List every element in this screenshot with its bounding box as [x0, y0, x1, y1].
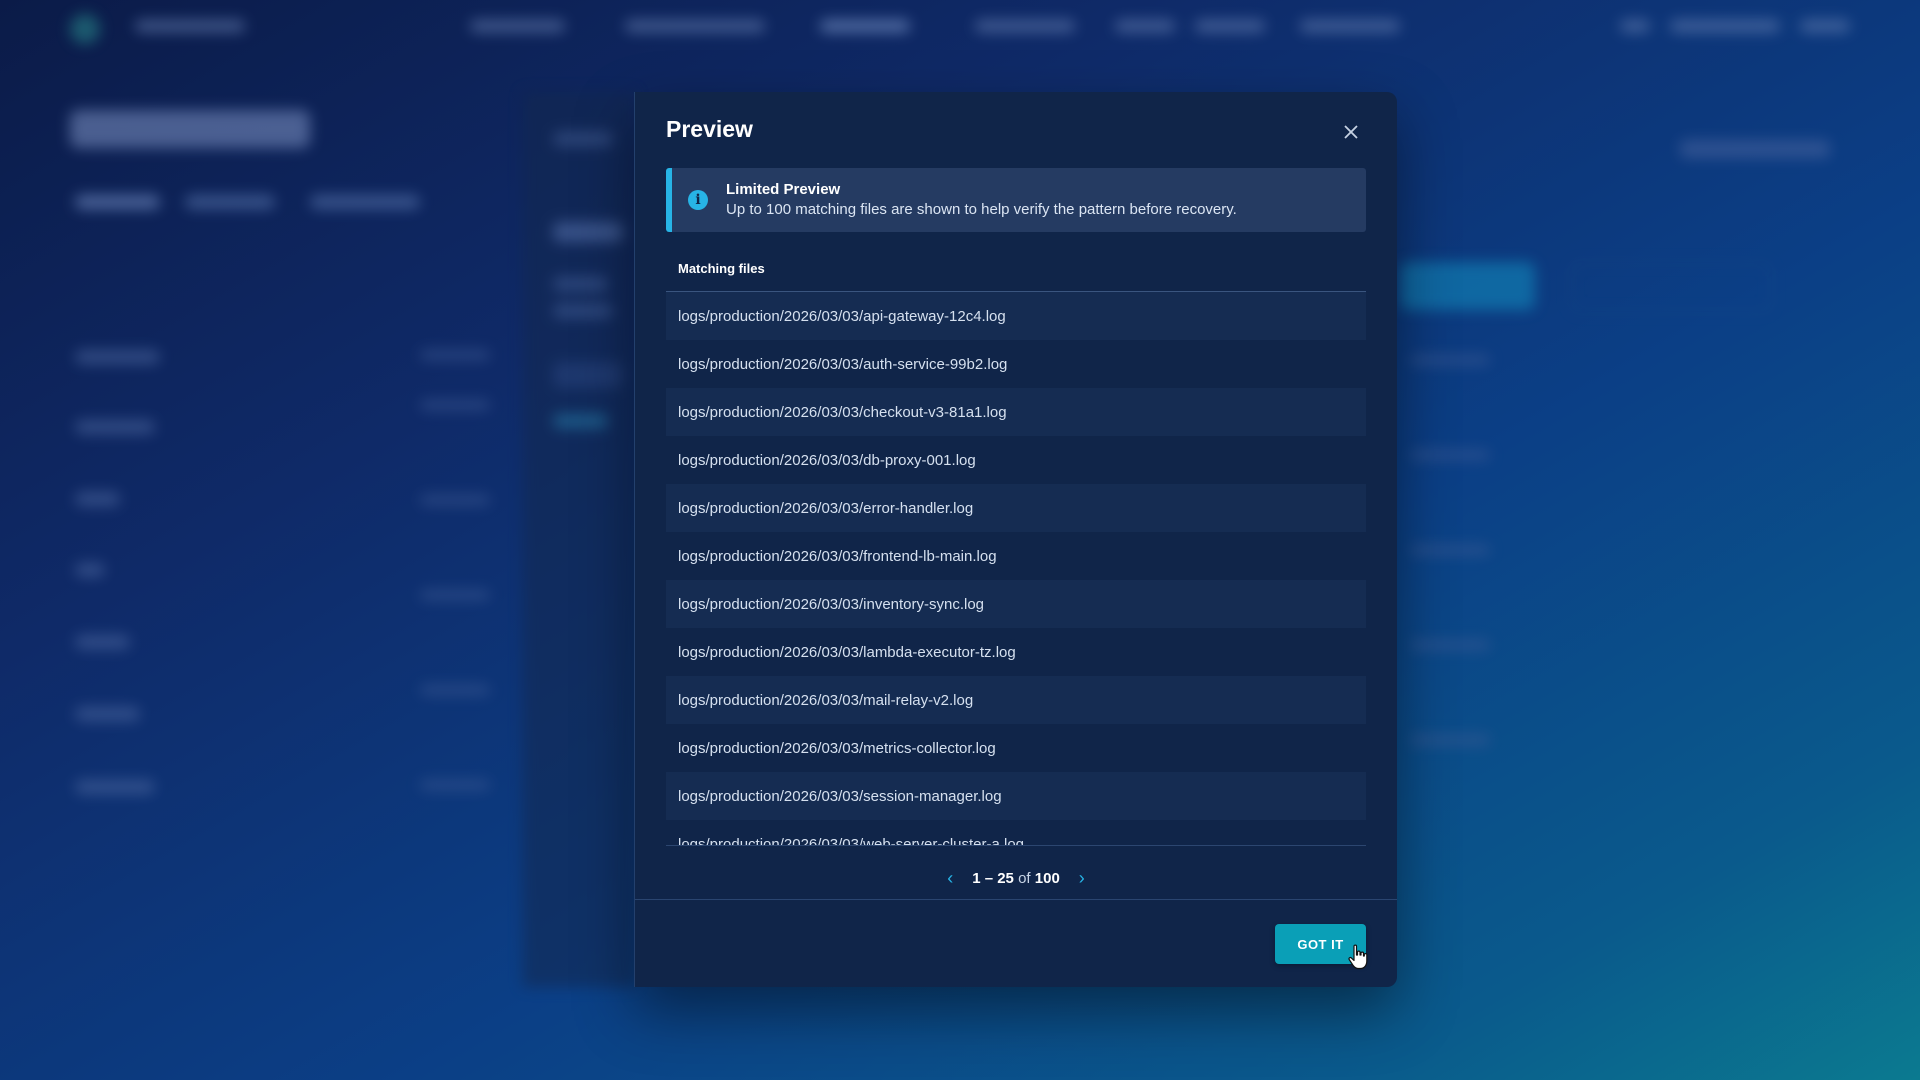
pagination-label: 1 – 25 of 100 [972, 870, 1060, 887]
background-panel-text [553, 277, 608, 291]
background-side-item [75, 635, 130, 649]
list-item: logs/production/2026/03/03/error-handler… [666, 484, 1366, 532]
background-top-nav [0, 0, 1920, 56]
background-nav-item [1620, 20, 1650, 32]
chevron-left-icon[interactable]: ‹ [942, 868, 958, 889]
background-header-control [1680, 140, 1830, 158]
list-item: logs/production/2026/03/03/session-manag… [666, 772, 1366, 820]
background-nav-item [975, 20, 1075, 32]
info-icon: i [688, 190, 708, 210]
background-cell [1410, 735, 1490, 745]
list-item: logs/production/2026/03/03/db-proxy-001.… [678, 451, 976, 469]
background-cell [1410, 640, 1490, 650]
background-tab [310, 195, 420, 209]
matching-files-list[interactable]: logs/production/2026/03/03/api-gateway-1… [666, 292, 1366, 845]
background-side-item [75, 420, 155, 434]
matching-files-header: Matching files [678, 261, 765, 276]
preview-dialog: Preview i Limited Preview Up to 100 matc… [634, 92, 1397, 987]
background-page-title [70, 110, 310, 148]
background-nav-item [1300, 20, 1400, 32]
background-panel-text [553, 132, 613, 146]
list-item: logs/production/2026/03/03/inventory-syn… [666, 580, 1366, 628]
background-side-item [75, 780, 155, 794]
dialog-title: Preview [666, 116, 753, 142]
background-cell [1410, 355, 1490, 365]
list-item: logs/production/2026/03/03/api-gateway-1… [666, 292, 1366, 340]
list-item: logs/production/2026/03/03/mail-relay-v2… [666, 676, 1366, 724]
list-item: logs/production/2026/03/03/frontend-lb-m… [678, 547, 997, 565]
background-nav-item [1670, 20, 1780, 32]
close-icon [1344, 125, 1358, 139]
list-item: logs/production/2026/03/03/auth-service-… [678, 355, 1008, 373]
background-nav-item [470, 20, 565, 32]
background-nav-item [625, 20, 765, 32]
background-cell [1410, 450, 1490, 460]
background-tab [75, 195, 160, 209]
pagination-of: of [1018, 869, 1031, 887]
background-side-panel [523, 92, 635, 987]
background-side-item [75, 563, 105, 577]
background-logo [70, 14, 100, 44]
footer-divider [635, 899, 1397, 900]
background-side-item [75, 492, 120, 506]
background-primary-button [1400, 262, 1535, 310]
banner-title: Limited Preview [726, 181, 841, 198]
chevron-right-icon[interactable]: › [1074, 868, 1090, 889]
pagination: ‹ 1 – 25 of 100 › [635, 866, 1397, 890]
background-cell [1410, 545, 1490, 555]
background-cell [420, 495, 490, 505]
background-side-item [75, 350, 160, 364]
list-item: logs/production/2026/03/03/web-server-cl… [678, 835, 1025, 846]
info-banner: i Limited Preview Up to 100 matching fil… [666, 168, 1366, 232]
background-nav-item [1195, 20, 1265, 32]
background-cell [420, 780, 490, 790]
background-cell [420, 400, 490, 410]
background-panel-text [553, 304, 613, 318]
background-panel-heading [553, 222, 623, 242]
background-tab [185, 195, 275, 209]
list-item: logs/production/2026/03/03/checkout-v3-8… [666, 388, 1366, 436]
background-panel-input [553, 362, 623, 388]
background-nav-item [135, 20, 245, 32]
hand-cursor-icon [1348, 944, 1368, 970]
background-cell [420, 350, 490, 360]
list-bottom-divider [666, 845, 1366, 846]
background-cell [420, 685, 490, 695]
background-panel-link [553, 414, 608, 428]
list-item: logs/production/2026/03/03/metrics-colle… [678, 739, 996, 757]
background-nav-item [1800, 20, 1850, 32]
list-item: logs/production/2026/03/03/lambda-execut… [678, 643, 1016, 661]
pagination-range: 1 – 25 [972, 869, 1014, 887]
background-secondary-button [1570, 262, 1772, 312]
close-button[interactable] [1335, 116, 1367, 148]
background-cell [420, 590, 490, 600]
background-side-item [75, 707, 140, 721]
background-nav-item [820, 20, 910, 32]
background-nav-item [1115, 20, 1175, 32]
pagination-total: 100 [1034, 869, 1060, 887]
banner-text: Up to 100 matching files are shown to he… [726, 201, 1237, 218]
